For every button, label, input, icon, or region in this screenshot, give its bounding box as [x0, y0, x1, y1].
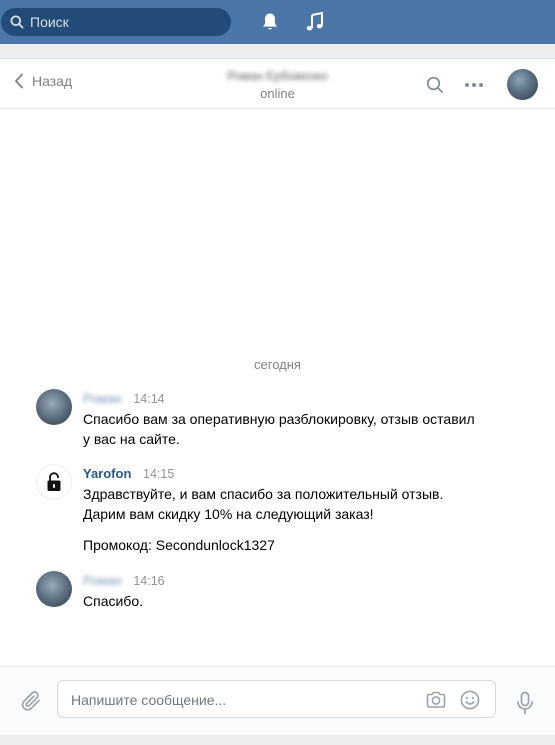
message-line: Здравствуйте, и вам спасибо за положител… [83, 486, 444, 522]
camera-icon[interactable] [425, 689, 447, 711]
emoji-icon[interactable] [459, 689, 481, 711]
date-separator: сегодня [254, 357, 301, 372]
avatar[interactable] [36, 571, 72, 607]
message-author[interactable]: Роман [83, 573, 122, 588]
message-header: Роман 14:14 [83, 391, 165, 406]
microphone-icon[interactable] [514, 691, 536, 715]
message-text: Спасибо вам за оперативную разблокировку… [83, 409, 478, 449]
bell-icon[interactable] [259, 11, 281, 33]
message-line: Спасибо вам за оперативную разблокировку… [83, 411, 475, 447]
message-header: Роман 14:16 [83, 573, 165, 588]
message-input[interactable] [71, 690, 411, 710]
message-text: Здравствуйте, и вам спасибо за положител… [83, 484, 453, 555]
message-header: Yarofon 14:15 [83, 466, 174, 481]
message-author[interactable]: Yarofon [83, 466, 131, 481]
message-time: 14:16 [133, 574, 165, 588]
message-line: Спасибо. [83, 593, 143, 609]
search-icon [10, 15, 24, 29]
message-time: 14:15 [143, 467, 175, 481]
message-input-box[interactable] [57, 680, 496, 718]
message-author[interactable]: Роман [83, 391, 122, 406]
paperclip-icon[interactable] [19, 689, 43, 713]
search-input[interactable] [30, 14, 210, 30]
more-options-icon[interactable] [463, 74, 485, 96]
avatar[interactable] [36, 464, 72, 500]
message-text: Спасибо. [83, 591, 503, 611]
top-bar [0, 0, 555, 44]
avatar[interactable] [36, 389, 72, 425]
search-box[interactable] [1, 8, 231, 36]
chat-header: Назад Роман Ербоженко online [0, 59, 555, 109]
message-line: Промокод: Secondunlock1327 [83, 537, 275, 553]
search-icon[interactable] [424, 74, 446, 96]
contact-avatar[interactable] [507, 69, 538, 100]
chat-panel: Назад Роман Ербоженко online сегодня Ром… [0, 58, 555, 735]
music-icon[interactable] [304, 11, 326, 33]
message-time: 14:14 [133, 392, 165, 406]
lock-icon [47, 472, 61, 491]
message-composer [0, 666, 555, 735]
